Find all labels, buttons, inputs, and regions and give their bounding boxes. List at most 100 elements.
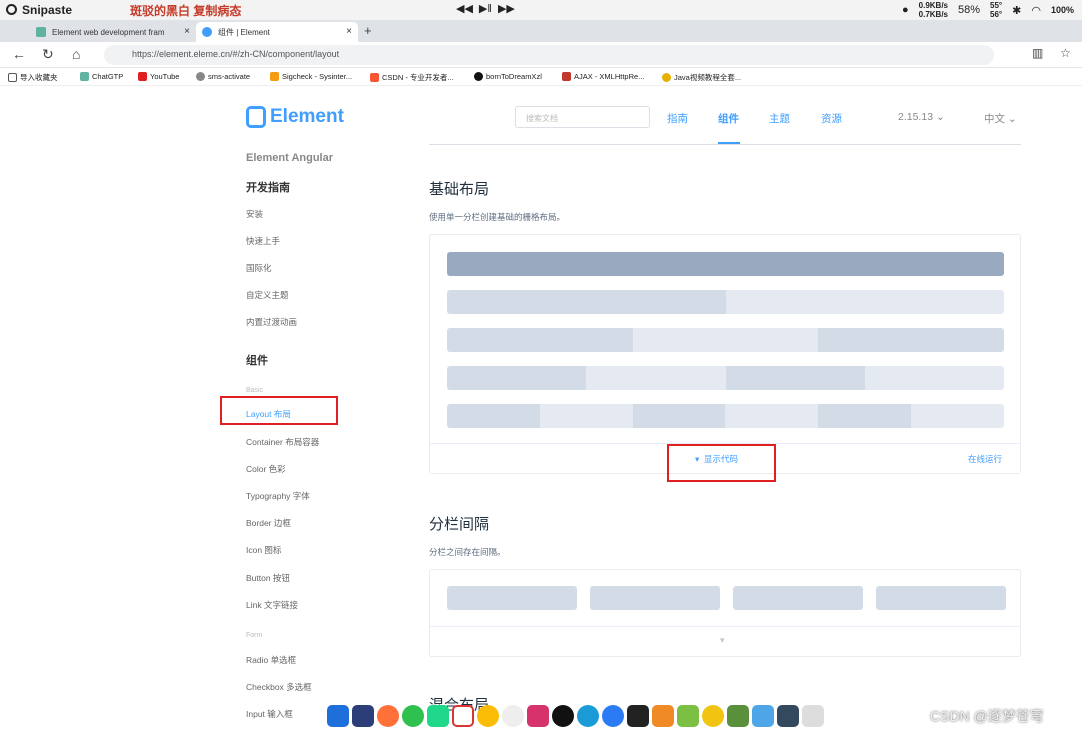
grid-col [725,366,865,390]
ship-icon[interactable] [777,705,799,727]
bookmark-sms[interactable]: sms-activate [196,72,250,81]
sidebar-item-checkbox[interactable]: Checkbox 多选框 [246,681,312,693]
folder-icon[interactable] [752,705,774,727]
qq-icon[interactable] [552,705,574,727]
sidebar-item-install[interactable]: 安装 [246,208,263,220]
sidebar-item-i18n[interactable]: 国际化 [246,262,272,274]
chrome-icon[interactable] [477,705,499,727]
nav-resources[interactable]: 资源 [821,111,842,126]
new-tab-button[interactable]: + [364,23,372,38]
sidebar-item-custom-theme[interactable]: 自定义主题 [246,289,289,301]
nav-theme[interactable]: 主题 [769,111,790,126]
desktop-icon[interactable] [327,705,349,727]
search-input[interactable]: 搜索文档 [515,106,650,128]
bookmark-sigcheck[interactable]: Sigcheck - Sysinter... [270,72,352,81]
sidebar-item-button[interactable]: Button 按钮 [246,572,290,584]
bookmark-youtube[interactable]: YouTube [138,72,179,81]
back-icon[interactable]: ← [12,46,26,62]
rocket-icon[interactable] [352,705,374,727]
bookmark-label: 导入收藏夹 [20,73,58,82]
tab-label: 组件 | Element [218,27,270,37]
favorites-icon[interactable]: ☆ [1060,46,1071,60]
grid-col [818,328,1004,352]
bookmark-label: ChatGTP [92,72,124,81]
text-app-icon[interactable] [802,705,824,727]
close-icon[interactable]: × [184,26,190,37]
caret-down-icon[interactable]: ▾ [720,635,725,646]
close-icon[interactable]: × [346,26,352,37]
bookmark-import[interactable]: 导入收藏夹 [8,72,58,83]
grid-col [725,404,819,428]
sidebar-item-input[interactable]: Input 输入框 [246,708,293,720]
wifi-icon[interactable]: ◠ [1031,4,1041,17]
sidebar-item-icon[interactable]: Icon 图标 [246,544,281,556]
sidebar-group-form: Form [246,632,263,639]
k-app-icon[interactable] [602,705,624,727]
rewind-icon[interactable]: ◀◀ [456,2,473,15]
temp-a: 55° [990,1,1003,10]
url-input[interactable]: https://element.eleme.cn/#/zh-CN/compone… [104,45,994,65]
memory-usage: 58% [958,4,981,16]
mic-icon[interactable]: ● [902,4,909,16]
forward-icon[interactable]: ▶▶ [498,2,515,15]
puzzle-icon[interactable] [677,705,699,727]
gutter-col [590,586,720,610]
pycharm-icon[interactable] [427,705,449,727]
edge-icon[interactable] [577,705,599,727]
version-select[interactable]: 2.15.13 ⌄ [898,111,945,123]
sidebar-item-border[interactable]: Border 边框 [246,517,291,529]
sidebar-item-container[interactable]: Container 布局容器 [246,436,319,448]
wps-icon[interactable] [452,705,474,727]
sidebar-item-radio[interactable]: Radio 单选框 [246,654,296,666]
section-desc-gutter: 分栏之间存在间隔。 [429,547,506,557]
os-center-title: 斑驳的黑白 复制病态 [130,3,242,18]
refresh-icon[interactable]: ↻ [42,46,54,63]
wechat-icon[interactable] [402,705,424,727]
sidebar-item-quickstart[interactable]: 快速上手 [246,235,280,247]
sidebar-item-typography[interactable]: Typography 字体 [246,490,310,502]
language-select[interactable]: 中文 ⌄ [984,111,1017,126]
sidebar-angular[interactable]: Element Angular [246,152,333,164]
element-logo[interactable]: Element [246,106,344,128]
bookmark-csdn[interactable]: CSDN - 专业开发者... [370,72,454,83]
split-view-icon[interactable]: ▥ [1032,46,1043,60]
sidebar-item-transition[interactable]: 内置过渡动画 [246,316,297,328]
tab-favicon [202,27,212,37]
temp-b: 56° [990,10,1003,19]
bookmark-label: bornToDreamXzl [486,72,542,81]
search-app-icon[interactable] [702,705,724,727]
taskbar-dock [327,698,824,734]
tools-icon[interactable] [727,705,749,727]
bookmark-label: AJAX - XMLHttpRe... [574,72,645,81]
sidebar-item-color[interactable]: Color 色彩 [246,463,286,475]
network-speed: 0.9KB/s 0.7KB/s [919,1,948,19]
jetbrains-icon[interactable] [527,705,549,727]
grid-col [632,404,726,428]
firefox-icon[interactable] [377,705,399,727]
home-icon[interactable]: ⌂ [72,46,80,62]
sidebar-item-link[interactable]: Link 文字链接 [246,599,298,611]
bookmark-java[interactable]: Java视频教程全套... [662,72,741,83]
app-icon[interactable] [502,705,524,727]
tab-element-component[interactable]: 组件 | Element × [196,22,358,42]
os-app-name[interactable]: Snipaste [22,3,72,17]
chevron-down-icon: ⌄ [935,111,945,123]
highlight-box-layout [220,396,338,425]
bookmark-borntodream[interactable]: bornToDreamXzl [474,72,542,81]
grid-row-1 [447,252,1004,276]
sublime-icon[interactable] [652,705,674,727]
bookmark-chatgtp[interactable]: ChatGTP [80,72,123,81]
section-title-basic-layout: 基础布局 [429,181,490,198]
run-online-link[interactable]: 在线运行 [968,453,1002,465]
bluetooth-icon[interactable]: ✱ [1012,4,1021,17]
play-pause-icon[interactable]: ▶‖ [479,2,492,15]
demo-control-bar[interactable]: ▾ [430,626,1020,656]
header-divider [429,144,1021,145]
nav-components[interactable]: 组件 [718,111,739,126]
bookmark-label: Java视频教程全套... [674,73,742,82]
nav-guide[interactable]: 指南 [667,111,688,126]
sidebar-heading-guide: 开发指南 [246,182,290,194]
l-app-icon[interactable] [627,705,649,727]
bookmark-ajax[interactable]: AJAX - XMLHttpRe... [562,72,644,81]
tab-element-dev[interactable]: Element web development fram × [30,22,196,42]
